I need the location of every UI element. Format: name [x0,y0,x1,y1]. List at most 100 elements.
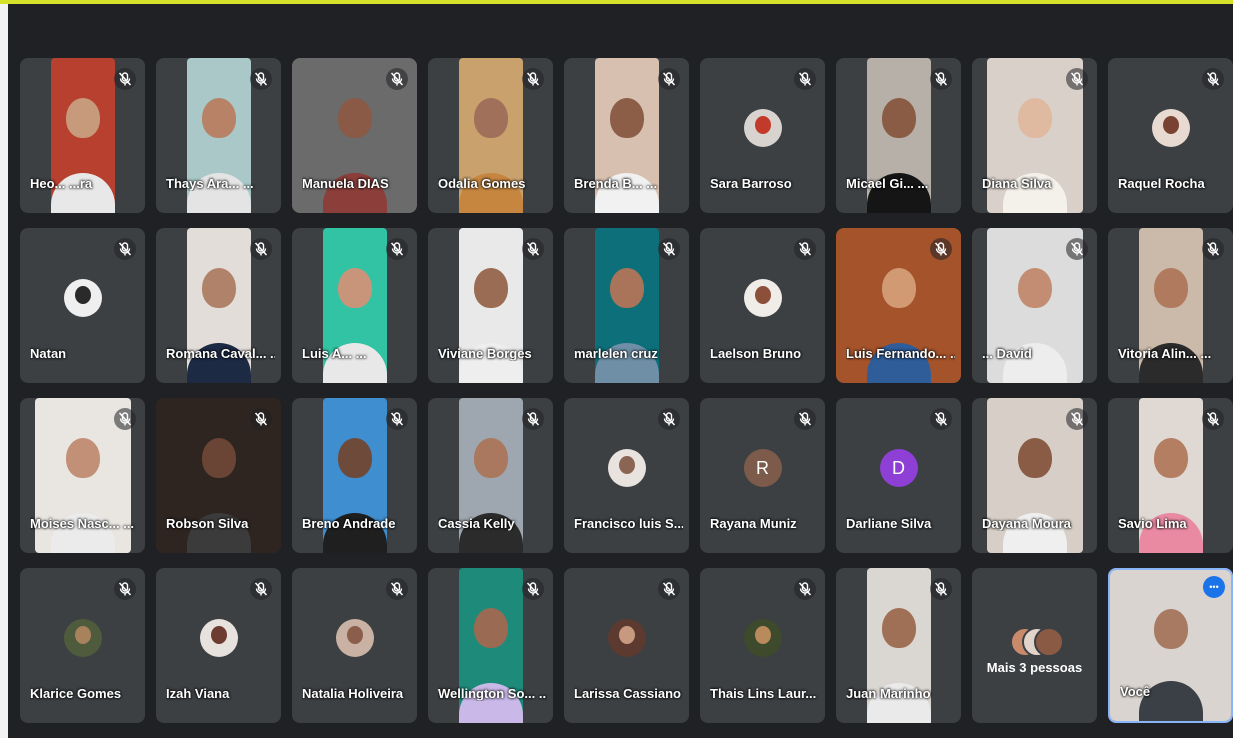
participant-tile[interactable]: ... David [972,228,1097,383]
participant-tile[interactable]: Viviane Borges [428,228,553,383]
participant-name: Natan [30,346,67,361]
mic-off-icon [794,68,816,90]
participant-name: Darliane Silva [846,516,932,531]
participant-tile[interactable]: R Rayana Muniz [700,398,825,553]
participant-tile[interactable]: Thays Ara... ... [156,58,281,213]
person-head [473,98,508,139]
more-options-icon[interactable]: ••• [1203,576,1225,598]
profile-avatar [607,618,646,657]
avatar-figure [754,116,771,135]
mic-off-icon [522,68,544,90]
participant-grid: Heo... ...ra Thays Ara... ... Manuela DIAS… [20,58,1233,724]
mic-off-icon [250,408,272,430]
participant-tile[interactable]: Francisco luis S... ... [564,398,689,553]
participant-name: Savio Lima [1118,516,1187,531]
participant-name: Brenda B... ... [574,176,658,191]
avatar-figure [74,626,91,645]
participant-tile[interactable]: Savio Lima [1108,398,1233,553]
mic-off-icon [930,578,952,600]
mic-off-icon [794,578,816,600]
participant-tile[interactable]: Thais Lins Laur... ... [700,568,825,723]
mic-off-icon [658,238,680,260]
participant-name: Breno Andrade [302,516,396,531]
participant-name: Raquel Rocha [1118,176,1205,191]
mic-off-icon [1202,238,1224,260]
participant-tile[interactable]: Odalia Gomes [428,58,553,213]
person-head [881,268,916,309]
mic-off-icon [658,578,680,600]
participant-tile[interactable]: Luis A... ... [292,228,417,383]
participant-tile[interactable]: Cassia Kelly [428,398,553,553]
participant-name: Luis Fernando... ... [846,346,955,361]
profile-avatar [1151,108,1190,147]
person-head [1017,268,1052,309]
participant-name: Izah Viana [166,686,230,701]
participant-name: Luis A... ... [302,346,367,361]
participant-name: Wellington So... ... [438,686,547,701]
window-edge [0,4,8,738]
mic-off-icon [386,408,408,430]
participant-tile[interactable]: Dayana Moura [972,398,1097,553]
participant-name: Laelson Bruno [710,346,802,361]
mic-off-icon [1066,408,1088,430]
participant-name: Sara Barroso [710,176,792,191]
participant-tile[interactable]: Natalia Holiveira [292,568,417,723]
participant-tile[interactable]: marlelen cruz [564,228,689,383]
participant-name: Diana Silva [982,176,1052,191]
letter-avatar: D [879,448,918,487]
participant-name: Larissa Cassiano [574,686,681,701]
more-participants-tile[interactable]: Mais 3 pessoas [972,568,1097,723]
avatar-figure [618,456,635,475]
participant-tile[interactable]: Wellington So... ... [428,568,553,723]
person-head [473,438,508,479]
person-head [65,98,100,139]
profile-avatar [607,448,646,487]
participant-tile[interactable]: Luis Fernando... ... [836,228,961,383]
person-head [201,98,236,139]
avatar-figure [74,286,91,305]
participant-name: Você [1120,684,1151,699]
participant-tile[interactable]: Laelson Bruno [700,228,825,383]
participant-tile[interactable]: Moises Nasc... ... [20,398,145,553]
participant-tile[interactable]: Juan Marinho [836,568,961,723]
avatar-figure [210,626,227,645]
participant-tile[interactable]: Klarice Gomes [20,568,145,723]
person-head [337,268,372,309]
person-head [337,98,372,139]
participant-tile[interactable]: Heo... ...ra [20,58,145,213]
participant-tile[interactable]: Sara Barroso [700,58,825,213]
participant-name: Thays Ara... ... [166,176,254,191]
participant-tile[interactable]: Natan [20,228,145,383]
participant-tile[interactable]: D Darliane Silva [836,398,961,553]
participant-tile[interactable]: Micael Gi... ... [836,58,961,213]
self-tile[interactable]: ••• Você [1108,568,1233,723]
participant-name: Robson Silva [166,516,249,531]
person-head [65,438,100,479]
participant-tile[interactable]: Vitoria Alin... ... [1108,228,1233,383]
participant-tile[interactable]: Brenda B... ... [564,58,689,213]
participant-tile[interactable]: Raquel Rocha [1108,58,1233,213]
participant-tile[interactable]: Romana Caval... ... [156,228,281,383]
participant-tile[interactable]: Larissa Cassiano [564,568,689,723]
participant-name: marlelen cruz [574,346,658,361]
participant-tile[interactable]: Breno Andrade [292,398,417,553]
mic-off-icon [930,238,952,260]
mic-off-icon [1066,68,1088,90]
participant-name: Juan Marinho [846,686,931,701]
mic-off-icon [386,68,408,90]
mic-off-icon [794,408,816,430]
mic-off-icon [114,578,136,600]
participant-tile[interactable]: Robson Silva [156,398,281,553]
person-head [473,608,508,649]
mic-off-icon [930,408,952,430]
participant-tile[interactable]: Diana Silva [972,58,1097,213]
mic-off-icon [658,68,680,90]
mic-off-icon [1202,408,1224,430]
person-head [881,98,916,139]
participant-tile[interactable]: Manuela DIAS [292,58,417,213]
person-head [609,98,644,139]
avatar-figure [754,286,771,305]
profile-avatar [63,618,102,657]
participant-tile[interactable]: Izah Viana [156,568,281,723]
avatar-figure [1162,116,1179,135]
